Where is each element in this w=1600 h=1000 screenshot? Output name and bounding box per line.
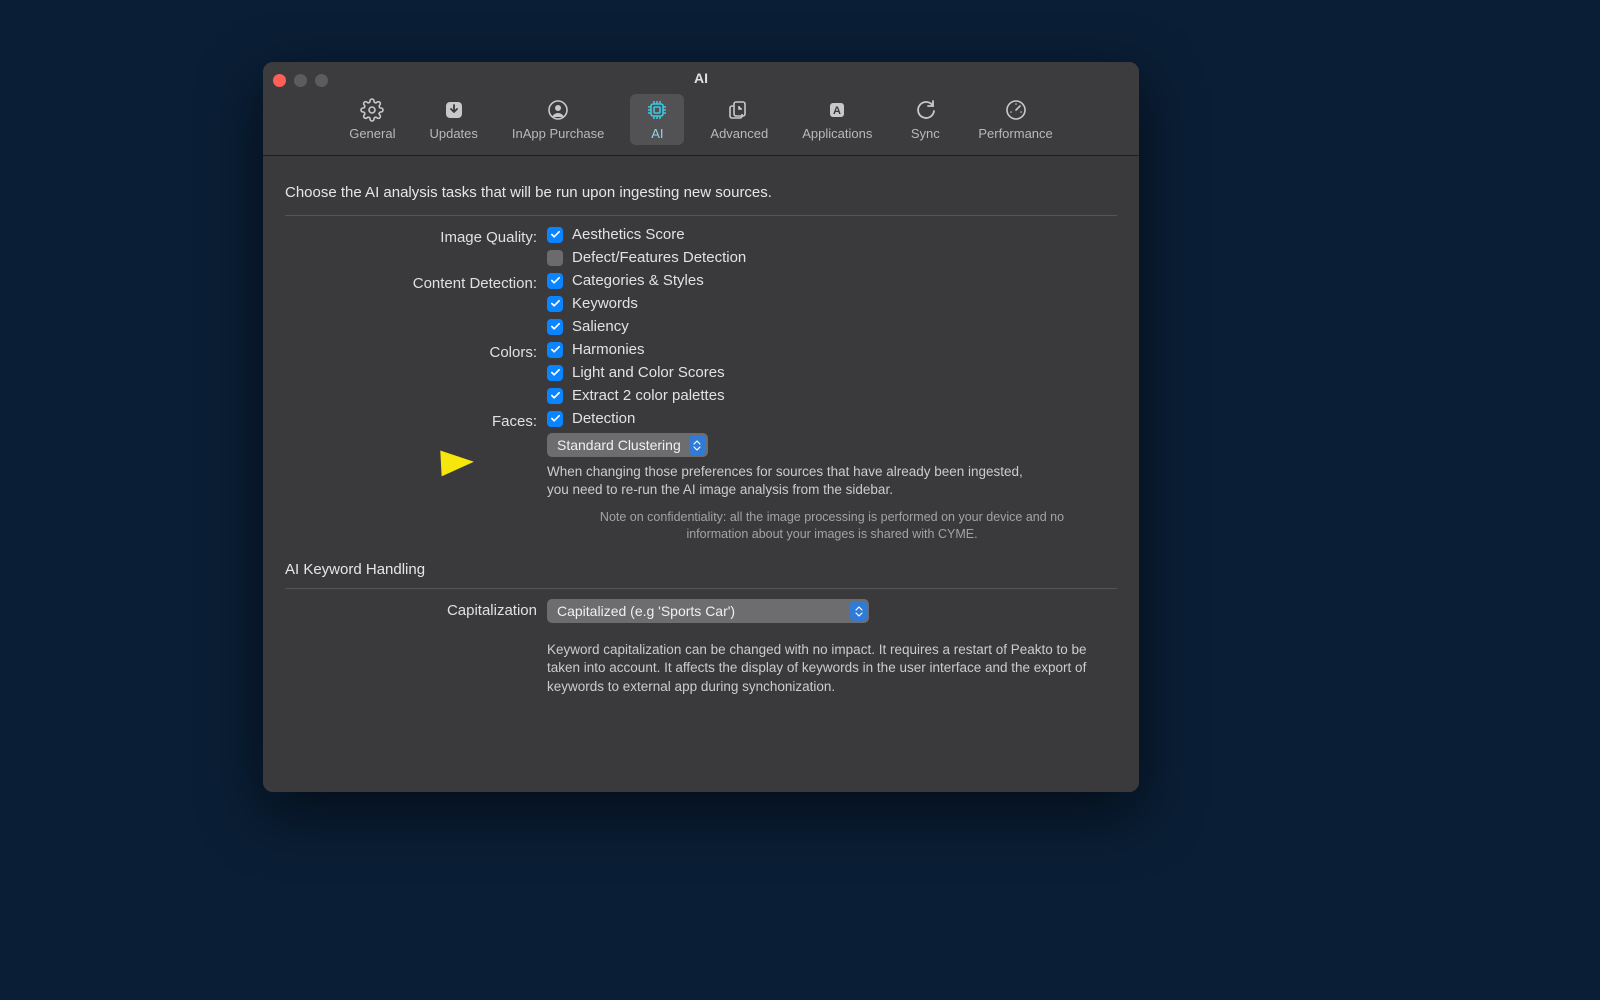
app-icon: A: [825, 98, 849, 122]
checkbox-label: Light and Color Scores: [572, 364, 725, 381]
tab-inapp-purchase[interactable]: InApp Purchase: [504, 94, 613, 145]
note-capitalization: Keyword capitalization can be changed wi…: [547, 641, 1107, 696]
chip-icon: [645, 98, 669, 122]
checkbox-harmonies[interactable]: Harmonies: [547, 341, 1117, 358]
select-value: Standard Clustering: [557, 437, 681, 453]
sync-icon: [913, 98, 937, 122]
tab-ai[interactable]: AI: [630, 94, 684, 145]
checkmark-icon: [547, 342, 563, 358]
group-label-content-detection: Content Detection:: [285, 272, 537, 292]
checkbox-label: Categories & Styles: [572, 272, 704, 289]
note-confidentiality: Note on confidentiality: all the image p…: [572, 509, 1092, 543]
tab-label: Updates: [429, 126, 477, 141]
tab-label: Applications: [802, 126, 872, 141]
documents-icon: [727, 98, 751, 122]
section-intro: Choose the AI analysis tasks that will b…: [285, 178, 1117, 211]
checkbox-extract-palettes[interactable]: Extract 2 color palettes: [547, 387, 1117, 404]
group-label-image-quality: Image Quality:: [285, 226, 537, 246]
prefs-toolbar: General Updates InApp Purchase AI: [263, 90, 1139, 155]
divider: [285, 215, 1117, 216]
tab-label: Advanced: [710, 126, 768, 141]
checkbox-keywords[interactable]: Keywords: [547, 295, 1117, 312]
tab-sync[interactable]: Sync: [898, 94, 952, 145]
chevron-updown-icon: [689, 435, 706, 455]
titlebar: AI General Updates InApp Purchase: [263, 62, 1139, 156]
chevron-updown-icon: [850, 601, 867, 621]
tab-label: General: [349, 126, 395, 141]
checkbox-label: Saliency: [572, 318, 629, 335]
tab-label: Performance: [978, 126, 1052, 141]
gear-icon: [360, 98, 384, 122]
tab-general[interactable]: General: [341, 94, 403, 145]
checkbox-defect-detection[interactable]: Defect/Features Detection: [547, 249, 1117, 266]
close-button[interactable]: [273, 74, 286, 87]
checkbox-label: Defect/Features Detection: [572, 249, 746, 266]
tab-advanced[interactable]: Advanced: [702, 94, 776, 145]
divider: [285, 588, 1117, 589]
group-label-colors: Colors:: [285, 341, 537, 361]
checkmark-icon: [547, 296, 563, 312]
checkmark-icon: [547, 319, 563, 335]
checkbox-label: Harmonies: [572, 341, 645, 358]
checkbox-aesthetics-score[interactable]: Aesthetics Score: [547, 226, 1117, 243]
section-title-keyword-handling: AI Keyword Handling: [285, 543, 1117, 584]
checkmark-icon: [547, 365, 563, 381]
checkbox-saliency[interactable]: Saliency: [547, 318, 1117, 335]
checkbox-label: Detection: [572, 410, 635, 427]
select-value: Capitalized (e.g 'Sports Car'): [557, 603, 735, 619]
checkmark-icon: [547, 411, 563, 427]
download-icon: [442, 98, 466, 122]
checkmark-icon: [547, 227, 563, 243]
keyword-handling-form: Capitalization Capitalized (e.g 'Sports …: [285, 599, 1117, 696]
capitalization-select[interactable]: Capitalized (e.g 'Sports Car'): [547, 599, 869, 623]
checkmark-icon: [547, 388, 563, 404]
ai-tasks-form: Image Quality: Aesthetics Score Defect/F…: [285, 226, 1117, 543]
tab-performance[interactable]: Performance: [970, 94, 1060, 145]
zoom-button[interactable]: [315, 74, 328, 87]
minimize-button[interactable]: [294, 74, 307, 87]
checkmark-icon: [547, 273, 563, 289]
checkbox-categories-styles[interactable]: Categories & Styles: [547, 272, 1117, 289]
tab-label: Sync: [911, 126, 940, 141]
tab-updates[interactable]: Updates: [421, 94, 485, 145]
checkbox-label: Extract 2 color palettes: [572, 387, 725, 404]
preferences-window: AI General Updates InApp Purchase: [263, 62, 1139, 792]
person-circle-icon: [546, 98, 570, 122]
checkbox-light-color-scores[interactable]: Light and Color Scores: [547, 364, 1117, 381]
traffic-lights: [273, 74, 328, 87]
tab-label: InApp Purchase: [512, 126, 605, 141]
clustering-select[interactable]: Standard Clustering: [547, 433, 708, 457]
content-area: Choose the AI analysis tasks that will b…: [263, 156, 1139, 792]
svg-text:A: A: [833, 105, 841, 117]
tab-applications[interactable]: A Applications: [794, 94, 880, 145]
group-label-faces: Faces:: [285, 410, 537, 430]
note-rerun: When changing those preferences for sour…: [547, 463, 1047, 499]
label-capitalization: Capitalization: [285, 599, 537, 619]
window-title: AI: [263, 62, 1139, 90]
tab-label: AI: [651, 126, 663, 141]
checkbox-empty-icon: [547, 250, 563, 266]
checkbox-label: Keywords: [572, 295, 638, 312]
checkbox-face-detection[interactable]: Detection: [547, 410, 1117, 427]
gauge-icon: [1004, 98, 1028, 122]
checkbox-label: Aesthetics Score: [572, 226, 685, 243]
